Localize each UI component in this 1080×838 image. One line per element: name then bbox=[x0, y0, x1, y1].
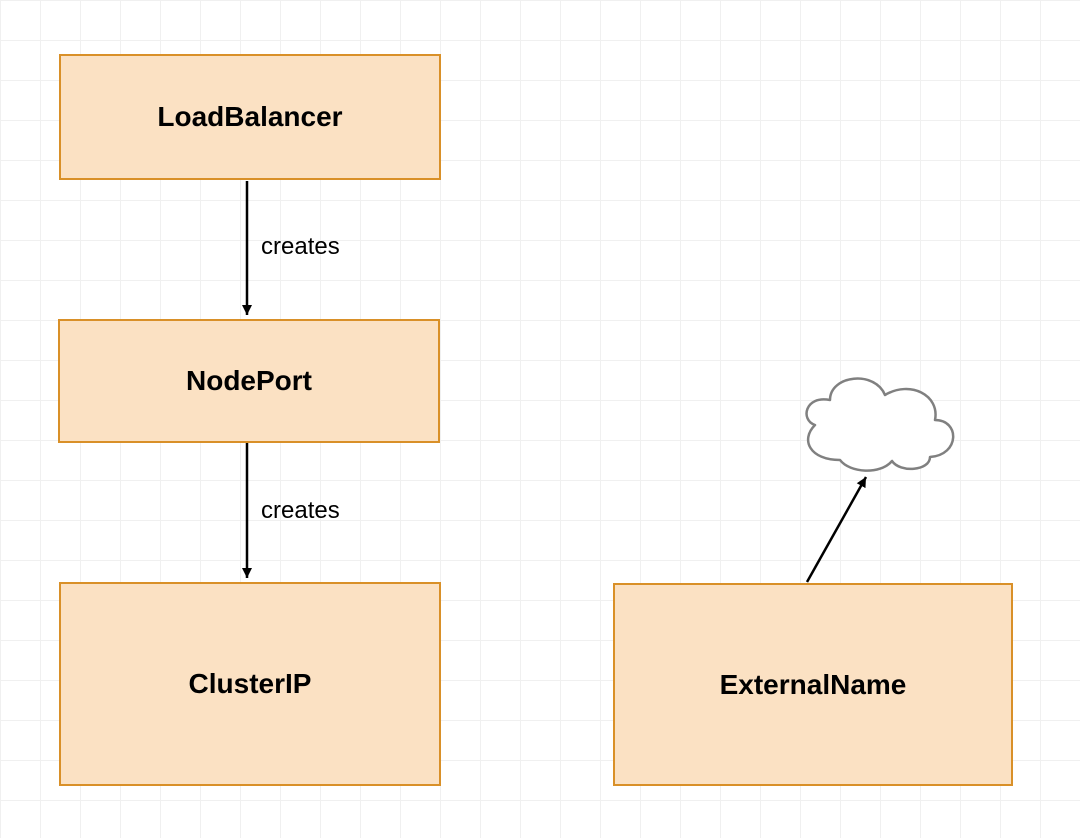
node-loadbalancer: LoadBalancer bbox=[59, 54, 441, 180]
node-nodeport-label: NodePort bbox=[186, 365, 312, 397]
edge-label-lb-to-np: creates bbox=[261, 233, 340, 261]
node-externalname-label: ExternalName bbox=[720, 669, 907, 701]
edge-label-np-to-ci: creates bbox=[261, 497, 340, 525]
node-nodeport: NodePort bbox=[58, 319, 440, 443]
node-clusterip: ClusterIP bbox=[59, 582, 441, 786]
node-externalname: ExternalName bbox=[613, 583, 1013, 786]
node-loadbalancer-label: LoadBalancer bbox=[157, 101, 342, 133]
node-clusterip-label: ClusterIP bbox=[189, 668, 312, 700]
